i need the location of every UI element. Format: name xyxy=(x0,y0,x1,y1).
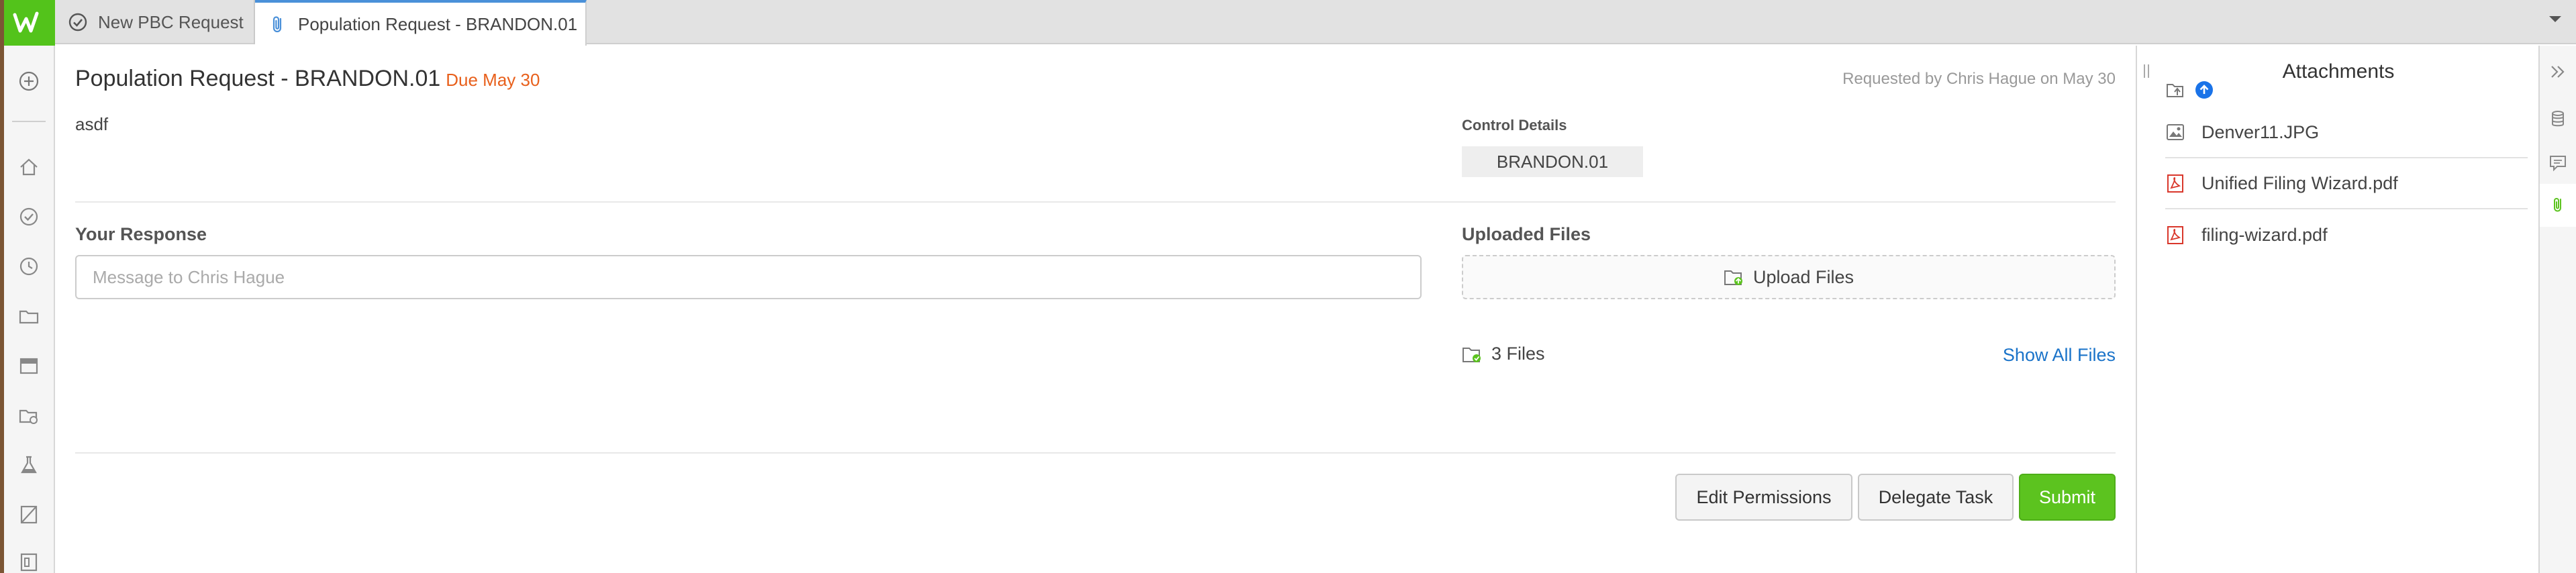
attachments-toolbar xyxy=(2165,81,2223,99)
control-chip[interactable]: BRANDON.01 xyxy=(1462,146,1643,177)
response-input[interactable] xyxy=(75,255,1422,299)
check-circle-icon xyxy=(68,13,87,32)
due-date: Due May 30 xyxy=(446,70,540,90)
uploaded-files-label: Uploaded Files xyxy=(1462,224,1591,244)
paperclip-icon xyxy=(273,16,282,33)
upload-files-label: Upload Files xyxy=(1752,266,1854,287)
tab-new-pbc-request[interactable]: New PBC Request xyxy=(55,0,255,44)
workiva-logo[interactable] xyxy=(0,0,55,46)
home-icon[interactable] xyxy=(17,156,40,178)
attachment-item[interactable]: Denver11.JPG xyxy=(2165,107,2528,158)
database-icon[interactable] xyxy=(2548,109,2568,129)
folder-icon[interactable] xyxy=(17,305,40,327)
tasks-icon[interactable] xyxy=(17,205,40,228)
attachments-panel: Attachments Denver11.JPG Unified Filing … xyxy=(2136,46,2538,573)
files-count: 3 Files xyxy=(1462,344,1545,364)
requested-by: Requested by Chris Hague on May 30 xyxy=(1842,70,2116,88)
right-rail xyxy=(2538,46,2576,573)
book-icon[interactable] xyxy=(17,503,40,526)
files-count-label: 3 Files xyxy=(1491,344,1545,364)
lab-icon[interactable] xyxy=(17,454,40,476)
submit-button[interactable]: Submit xyxy=(2019,474,2116,521)
nav-divider xyxy=(12,121,46,122)
section-divider xyxy=(75,452,2116,454)
attachment-name: Denver11.JPG xyxy=(2201,121,2320,142)
attachment-name: Unified Filing Wizard.pdf xyxy=(2201,172,2398,193)
your-response-label: Your Response xyxy=(75,224,207,244)
pdf-file-icon xyxy=(2167,174,2183,193)
add-icon[interactable] xyxy=(17,70,40,93)
upload-files-button[interactable]: Upload Files xyxy=(1462,255,2116,299)
folder-files-icon xyxy=(1463,347,1481,362)
window-edge xyxy=(0,46,4,573)
pdf-file-icon xyxy=(2167,226,2183,244)
delegate-task-button[interactable]: Delegate Task xyxy=(1858,474,2014,521)
attachments-icon[interactable] xyxy=(2548,195,2568,215)
section-divider xyxy=(75,201,2116,203)
show-all-files-link[interactable]: Show All Files xyxy=(2003,345,2116,366)
attachment-item[interactable]: Unified Filing Wizard.pdf xyxy=(2165,158,2528,209)
archive-icon[interactable] xyxy=(17,354,40,377)
reports-icon[interactable] xyxy=(17,550,40,573)
tab-label: Population Request - BRANDON.01 xyxy=(298,13,578,34)
folder-settings-icon[interactable] xyxy=(17,404,40,427)
edit-permissions-button[interactable]: Edit Permissions xyxy=(1675,474,1852,521)
chevron-down-icon[interactable] xyxy=(2548,15,2563,24)
add-folder-icon[interactable] xyxy=(2165,81,2185,99)
image-file-icon xyxy=(2167,124,2184,140)
tab-label: New PBC Request xyxy=(98,11,244,32)
w-logo-icon xyxy=(13,11,39,33)
attachments-title: Attachments xyxy=(2282,60,2395,83)
attachment-name: filing-wizard.pdf xyxy=(2201,224,2328,245)
control-details-label: Control Details xyxy=(1462,117,1567,134)
request-detail: Population Request - BRANDON.01 Due May 3… xyxy=(55,46,2136,573)
left-nav xyxy=(0,46,55,573)
attachments-list: Denver11.JPG Unified Filing Wizard.pdf f… xyxy=(2165,107,2528,260)
tab-population-request[interactable]: Population Request - BRANDON.01 xyxy=(255,0,587,46)
page-title: Population Request - BRANDON.01 Due May 3… xyxy=(75,66,540,92)
top-tab-bar: New PBC Request Population Request - BRA… xyxy=(0,0,2576,46)
history-icon[interactable] xyxy=(17,255,40,278)
upload-icon[interactable] xyxy=(2195,81,2214,99)
comments-icon[interactable] xyxy=(2548,153,2568,173)
window-edge xyxy=(0,0,4,46)
collapse-icon[interactable] xyxy=(2548,62,2568,82)
request-description: asdf xyxy=(75,114,109,134)
request-title: Population Request - BRANDON.01 xyxy=(75,66,441,91)
folder-upload-icon xyxy=(1724,270,1742,285)
attachment-item[interactable]: filing-wizard.pdf xyxy=(2165,209,2528,260)
